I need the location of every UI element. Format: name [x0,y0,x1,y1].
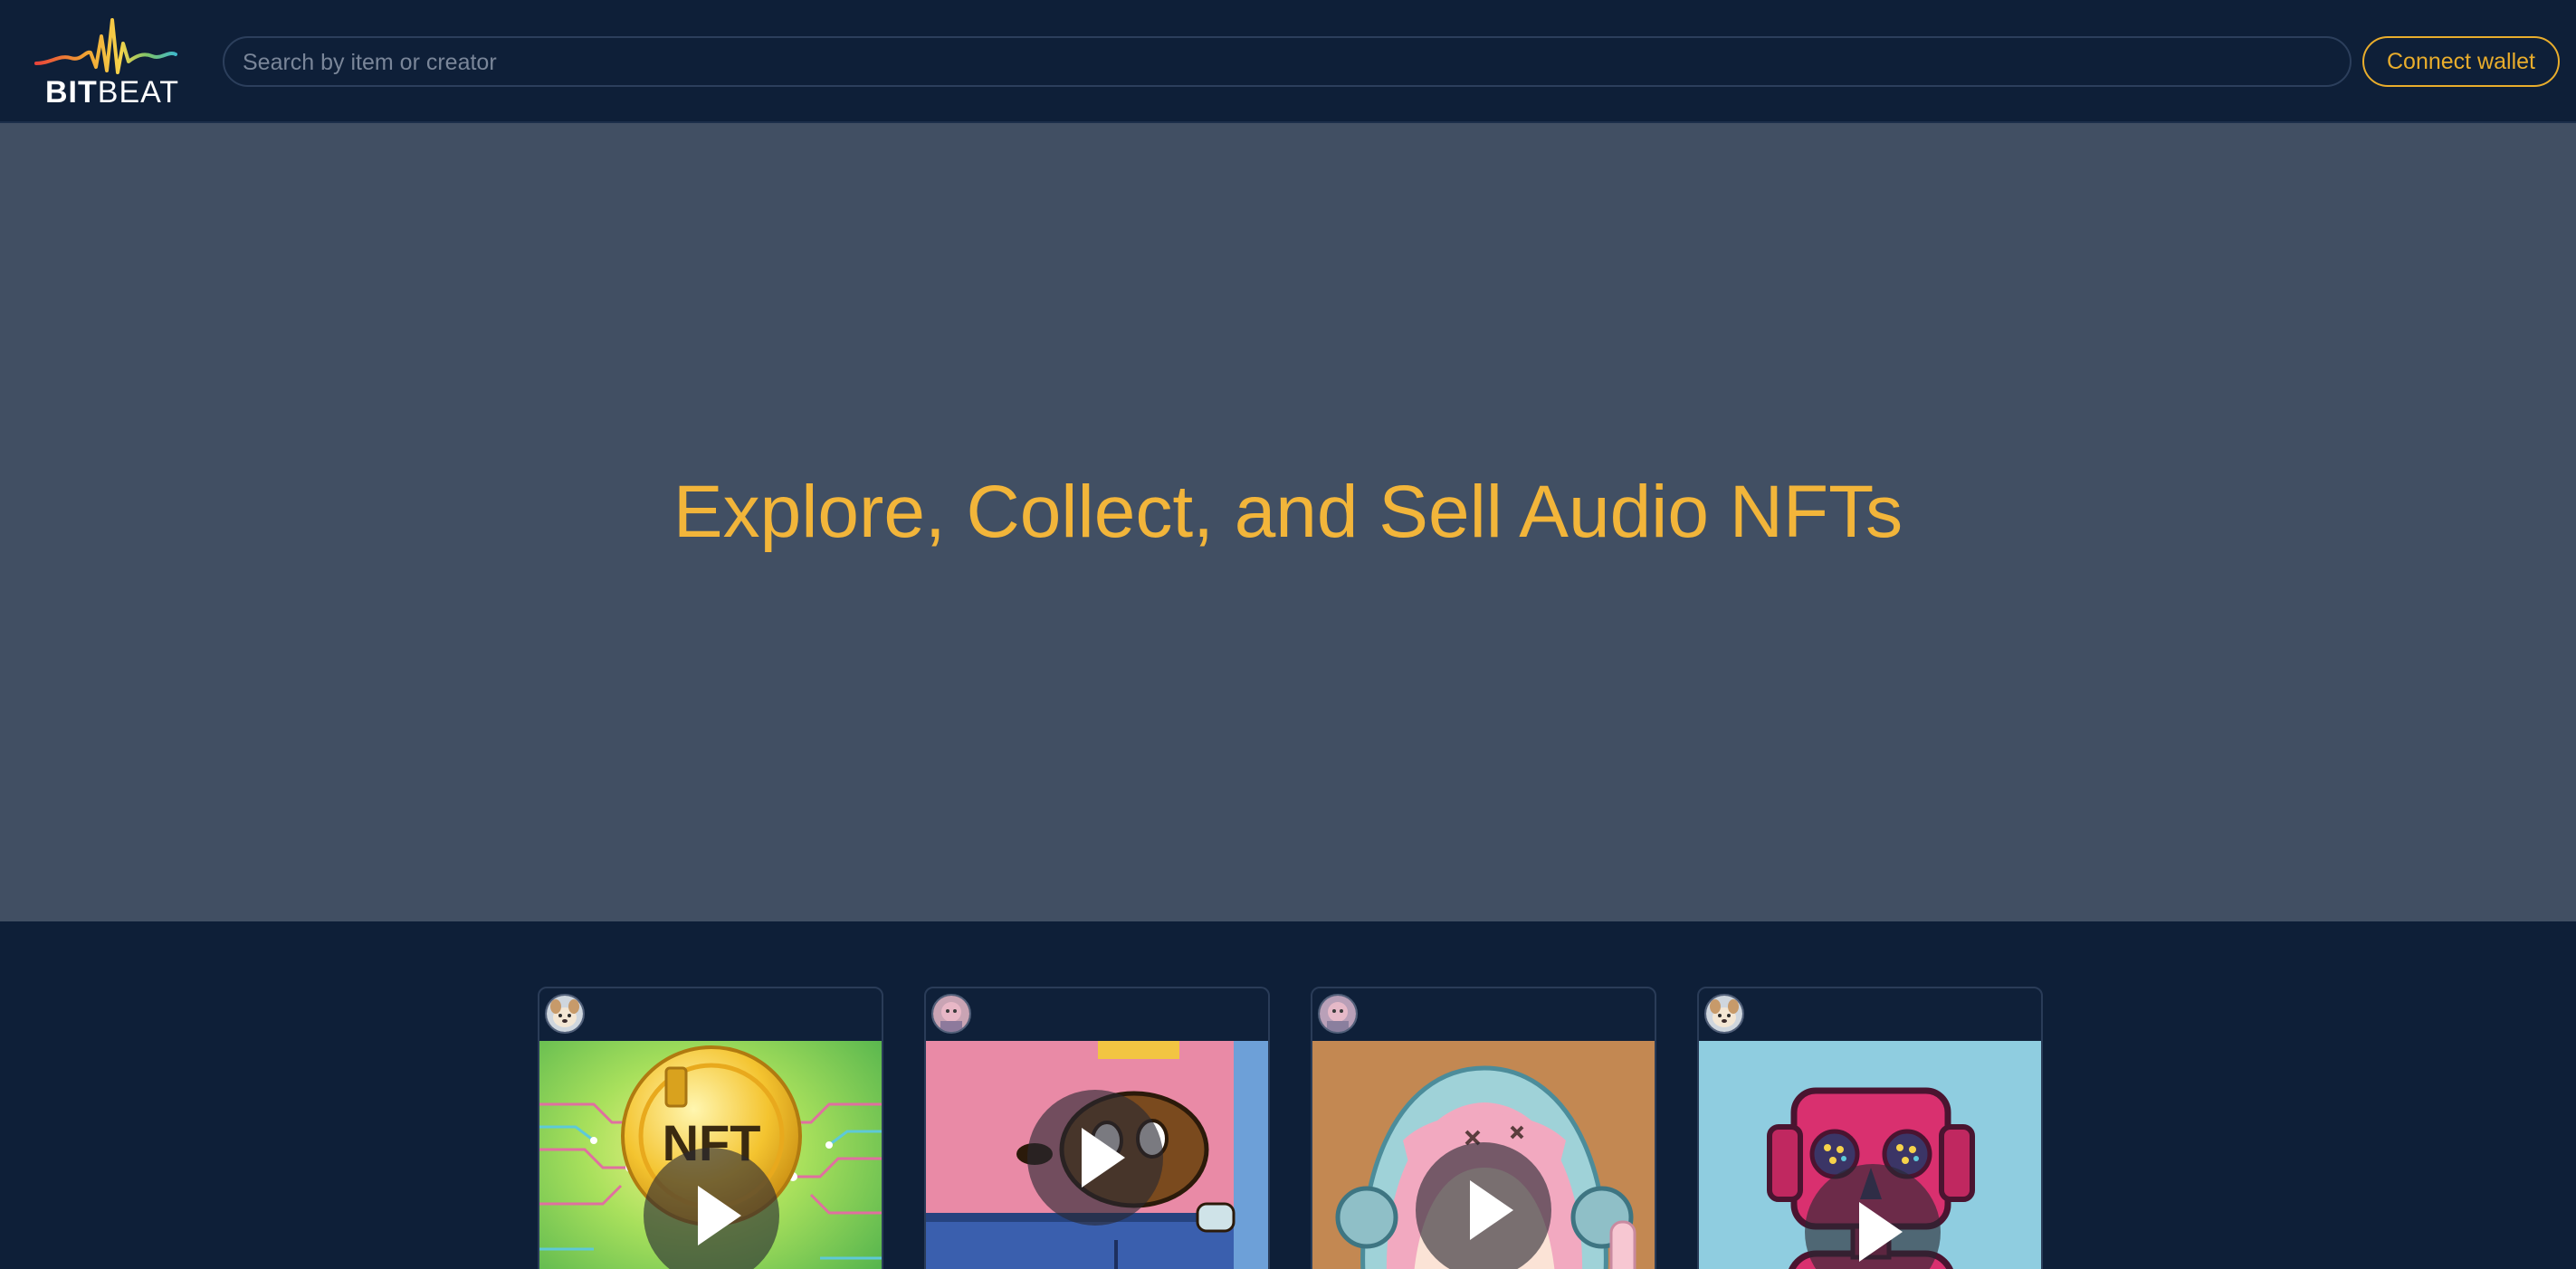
connect-wallet-button[interactable]: Connect wallet [2362,36,2560,87]
creator-avatar[interactable] [545,994,585,1034]
hero-banner: Explore, Collect, and Sell Audio NFTs [0,123,2576,921]
bitbeat-logo[interactable]: BITBEAT [34,16,179,110]
search-bar[interactable] [223,36,2352,87]
card-artwork-nft-coin[interactable]: NFT [539,1041,882,1269]
play-button[interactable] [1027,1090,1163,1226]
creator-avatar[interactable] [1318,994,1358,1034]
nft-card[interactable] [924,987,1270,1269]
card-header [1312,988,1655,1041]
page: BITBEAT Connect wallet Explore, Collect,… [0,0,2576,1269]
logo-wordmark: BITBEAT [45,74,179,110]
card-header [1699,988,2041,1041]
pink-avatar-icon [933,996,969,1032]
card-header [539,988,882,1041]
card-artwork-cartoon-room[interactable] [926,1041,1268,1269]
dog-avatar-icon [1706,996,1742,1032]
nft-card-grid: NFT [0,921,2576,1269]
nft-card[interactable]: NFT [538,987,883,1269]
pink-avatar-icon [1320,996,1356,1032]
dog-avatar-icon [547,996,583,1032]
play-button[interactable] [1416,1142,1551,1269]
nft-card[interactable] [1311,987,1656,1269]
card-artwork-anime-headphones[interactable] [1312,1041,1655,1269]
soundwave-icon [34,18,177,74]
creator-avatar[interactable] [1704,994,1744,1034]
card-artwork-robot[interactable] [1699,1041,2041,1269]
logo-word-bit: BIT [45,75,98,110]
top-header: BITBEAT Connect wallet [0,0,2576,123]
card-header [926,988,1268,1041]
nft-card[interactable] [1697,987,2043,1269]
hero-title: Explore, Collect, and Sell Audio NFTs [673,471,1903,553]
creator-avatar[interactable] [931,994,971,1034]
search-input[interactable] [241,38,2326,87]
logo-word-beat: BEAT [97,75,180,110]
